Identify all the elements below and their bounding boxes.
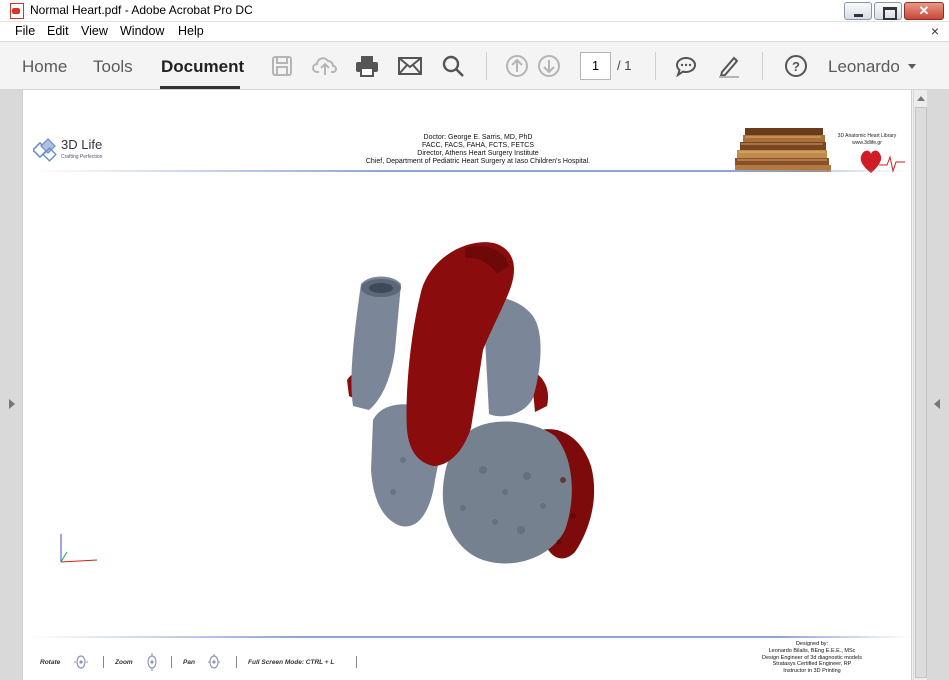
active-tab-indicator [160, 86, 240, 89]
header-line: Doctor: George E. Sarris, MD, PhD [423, 134, 533, 141]
page-number-input[interactable]: 1 [580, 52, 611, 80]
pan-label: Pan [183, 659, 195, 666]
zoom-label: Zoom [115, 659, 133, 666]
left-panel-strip[interactable] [0, 90, 22, 680]
print-icon[interactable] [354, 53, 380, 79]
minimize-button[interactable] [844, 2, 872, 20]
save-icon[interactable] [269, 53, 295, 79]
acrobat-app-icon [10, 3, 24, 19]
menu-bar: File Edit View Window Help × [0, 22, 949, 42]
scroll-up-button[interactable] [915, 91, 927, 105]
search-icon[interactable] [440, 53, 466, 79]
header-divider [31, 170, 911, 172]
logo-text: 3D Life [61, 137, 103, 152]
credits-line: Stratasys Certified Engineer, RP [772, 661, 852, 668]
page-total: / 1 [617, 58, 632, 73]
scrollbar-thumb[interactable] [915, 107, 927, 678]
3d-life-logo [33, 138, 57, 162]
credits-block: Designed by: Leonardo Bilalis, BEng E.E.… [747, 641, 877, 675]
right-panel-strip[interactable] [927, 90, 949, 680]
page-down-icon[interactable] [536, 53, 562, 79]
maximize-button[interactable] [874, 2, 902, 20]
library-caption: 3D Anatomic Heart Library www.3dlife.gr [820, 133, 914, 147]
footer-divider [31, 636, 911, 638]
controls-separator [236, 656, 237, 668]
document-page[interactable]: 3D Life Crafting Perfection Doctor: Geor… [22, 90, 912, 680]
fullscreen-hint: Full Screen Mode: CTRL + L [248, 659, 335, 666]
menu-edit[interactable]: Edit [47, 24, 69, 38]
help-icon[interactable]: ? [783, 53, 809, 79]
comment-icon[interactable] [673, 53, 699, 79]
menu-file[interactable]: File [15, 24, 35, 38]
tab-document[interactable]: Document [161, 57, 244, 77]
controls-separator [171, 656, 172, 668]
document-header: Doctor: George E. Sarris, MD, PhD FACC, … [273, 134, 683, 166]
email-icon[interactable] [397, 53, 423, 79]
close-document-button[interactable]: × [931, 23, 939, 39]
credits-line: Instructor in 3D Printing [783, 668, 841, 675]
pan-icon[interactable] [206, 652, 222, 672]
controls-separator [103, 656, 104, 668]
tab-tools[interactable]: Tools [93, 57, 133, 77]
logo-tagline: Crafting Perfection [61, 154, 103, 160]
3d-axes-indicator [60, 534, 98, 563]
credits-line: Leonardo Bilalis, BEng E.E.E., MSc [768, 647, 856, 654]
expand-right-panel-icon[interactable] [934, 399, 940, 409]
fill-sign-icon[interactable] [716, 53, 742, 79]
toolbar-separator [762, 52, 763, 80]
library-title: 3D Anatomic Heart Library [837, 133, 897, 139]
credits-line: Designed by: [795, 641, 829, 647]
toolbar-separator [655, 52, 656, 80]
zoom-icon[interactable] [144, 652, 160, 672]
rotate-label: Rotate [40, 659, 61, 666]
toolbar: Home Tools Document 1 / 1 ? Leonardo [0, 43, 949, 90]
page-up-icon[interactable] [504, 53, 530, 79]
svg-text:?: ? [792, 59, 800, 74]
user-menu[interactable]: Leonardo [828, 57, 900, 77]
rotate-icon[interactable] [73, 652, 89, 672]
vertical-scrollbar[interactable] [913, 90, 927, 680]
menu-help[interactable]: Help [178, 24, 204, 38]
3d-heart-model[interactable] [323, 230, 623, 570]
header-line: Director, Athens Heart Surgery Institute [417, 150, 539, 157]
menu-window[interactable]: Window [120, 24, 164, 38]
controls-separator [356, 656, 357, 668]
menu-view[interactable]: View [81, 24, 108, 38]
close-icon: ✕ [918, 3, 930, 18]
close-window-button[interactable]: ✕ [904, 2, 944, 20]
library-url: www.3dlife.gr [852, 140, 882, 146]
title-bar: Normal Heart.pdf - Adobe Acrobat Pro DC … [0, 0, 949, 22]
header-line: FACC, FACS, FAHA, FCTS, FETCS [421, 142, 534, 149]
tab-home[interactable]: Home [22, 57, 67, 77]
window-title: Normal Heart.pdf - Adobe Acrobat Pro DC [30, 3, 253, 17]
toolbar-separator [486, 52, 487, 80]
cloud-upload-icon[interactable] [312, 53, 338, 79]
credits-line: Design Engineer of 3d diagnostic models [762, 654, 862, 661]
expand-left-panel-icon[interactable] [9, 399, 15, 409]
chevron-down-icon[interactable] [908, 64, 916, 69]
header-line: Chief, Department of Pediatric Heart Sur… [365, 158, 591, 165]
